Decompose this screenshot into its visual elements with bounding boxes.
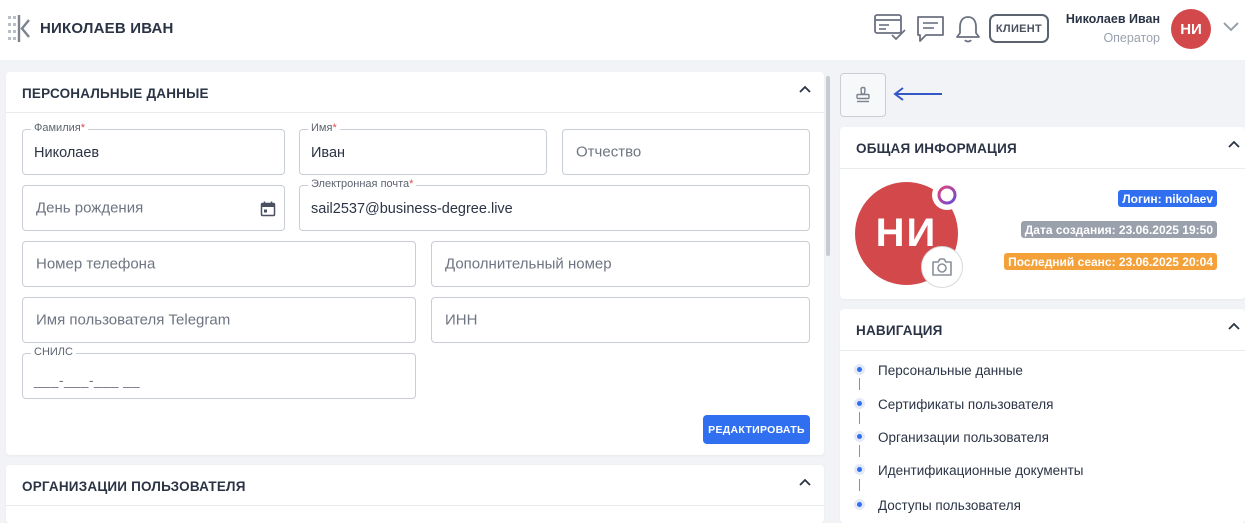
- chevron-up-icon[interactable]: [1227, 139, 1241, 149]
- status-ring-icon: [932, 180, 962, 210]
- scrollbar[interactable]: [826, 76, 830, 256]
- chevron-up-icon[interactable]: [798, 477, 812, 487]
- first-name-field[interactable]: Имя* Иван: [299, 122, 547, 175]
- email-label: Электронная почта: [311, 178, 410, 190]
- nav-item-personal-data[interactable]: Персональные данные: [878, 363, 1023, 378]
- organizations-card: ОРГАНИЗАЦИИ ПОЛЬЗОВАТЕЛЯ: [6, 465, 824, 523]
- patronymic-placeholder: Отчество: [576, 143, 642, 161]
- nav-item-accesses[interactable]: Доступы пользователя: [878, 498, 1021, 513]
- extra-phone-field[interactable]: Дополнительный номер: [431, 241, 810, 287]
- calendar-icon[interactable]: [260, 201, 276, 217]
- nav-dot: [854, 398, 865, 409]
- chevron-up-icon[interactable]: [1227, 321, 1241, 331]
- stamp-button[interactable]: [840, 73, 886, 117]
- tasks-icon[interactable]: [873, 13, 907, 43]
- last-session-badge: Последний сеанс: 23.06.2025 20:04: [1004, 253, 1217, 270]
- telegram-field[interactable]: Имя пользователя Telegram: [22, 297, 416, 343]
- avatar[interactable]: НИ: [1171, 9, 1211, 49]
- edit-button[interactable]: РЕДАКТИРОВАТЬ: [703, 415, 810, 444]
- last-name-field[interactable]: Фамилия* Николаев: [22, 122, 285, 175]
- snils-mask: ___-___-___ __: [34, 372, 140, 388]
- camera-icon: [932, 258, 952, 276]
- telegram-placeholder: Имя пользователя Telegram: [36, 311, 231, 329]
- snils-field[interactable]: СНИЛС ___-___-___ __: [22, 346, 416, 399]
- camera-button[interactable]: [921, 246, 963, 288]
- arrow-left-icon: [893, 87, 942, 101]
- card-title: ПЕРСОНАЛЬНЫЕ ДАННЫЕ: [22, 86, 209, 101]
- created-badge: Дата создания: 23.06.2025 19:50: [1020, 221, 1217, 238]
- nav-item-id-documents[interactable]: Идентификационные документы: [878, 463, 1083, 478]
- nav-dot: [854, 464, 865, 475]
- extra-phone-placeholder: Дополнительный номер: [445, 255, 612, 273]
- snils-label: СНИЛС: [31, 346, 76, 358]
- chat-icon[interactable]: [915, 14, 947, 44]
- phone-field[interactable]: Номер телефона: [22, 241, 416, 287]
- logo-icon[interactable]: [8, 14, 32, 44]
- nav-dot: [854, 364, 865, 375]
- page-title: НИКОЛАЕВ ИВАН: [40, 20, 174, 37]
- patronymic-field[interactable]: Отчество: [562, 129, 810, 175]
- card-title: НАВИГАЦИЯ: [856, 323, 943, 338]
- card-title: ОРГАНИЗАЦИИ ПОЛЬЗОВАТЕЛЯ: [22, 479, 246, 494]
- email-value: sail2537@business-degree.live: [311, 201, 513, 217]
- user-name: Николаев Иван: [1065, 12, 1160, 26]
- phone-placeholder: Номер телефона: [36, 255, 156, 273]
- inn-placeholder: ИНН: [445, 311, 478, 329]
- birthday-placeholder: День рождения: [36, 199, 144, 217]
- first-name-label: Имя: [311, 122, 333, 134]
- email-field[interactable]: Электронная почта* sail2537@business-deg…: [299, 178, 810, 231]
- chevron-down-icon[interactable]: [1222, 20, 1240, 34]
- user-role: Оператор: [1103, 31, 1160, 45]
- nav-item-certificates[interactable]: Сертификаты пользователя: [878, 397, 1053, 412]
- first-name-value: Иван: [311, 145, 346, 161]
- stamp-icon: [856, 86, 870, 103]
- bell-icon[interactable]: [955, 14, 981, 44]
- birthday-field[interactable]: День рождения: [22, 185, 285, 231]
- login-badge: Логин: nikolaev: [1118, 190, 1217, 207]
- inn-field[interactable]: ИНН: [431, 297, 810, 343]
- nav-item-organizations[interactable]: Организации пользователя: [878, 430, 1049, 445]
- card-title: ОБЩАЯ ИНФОРМАЦИЯ: [856, 141, 1017, 156]
- top-header: НИКОЛАЕВ ИВАН КЛИЕНТ Николаев Иван Опера…: [0, 0, 1245, 60]
- chevron-up-icon[interactable]: [798, 84, 812, 94]
- nav-dot: [854, 499, 865, 510]
- last-name-value: Николаев: [34, 145, 100, 161]
- last-name-label: Фамилия: [34, 122, 81, 134]
- client-button[interactable]: КЛИЕНТ: [989, 14, 1049, 43]
- navigation-card: НАВИГАЦИЯ: [840, 309, 1245, 523]
- nav-dot: [854, 431, 865, 442]
